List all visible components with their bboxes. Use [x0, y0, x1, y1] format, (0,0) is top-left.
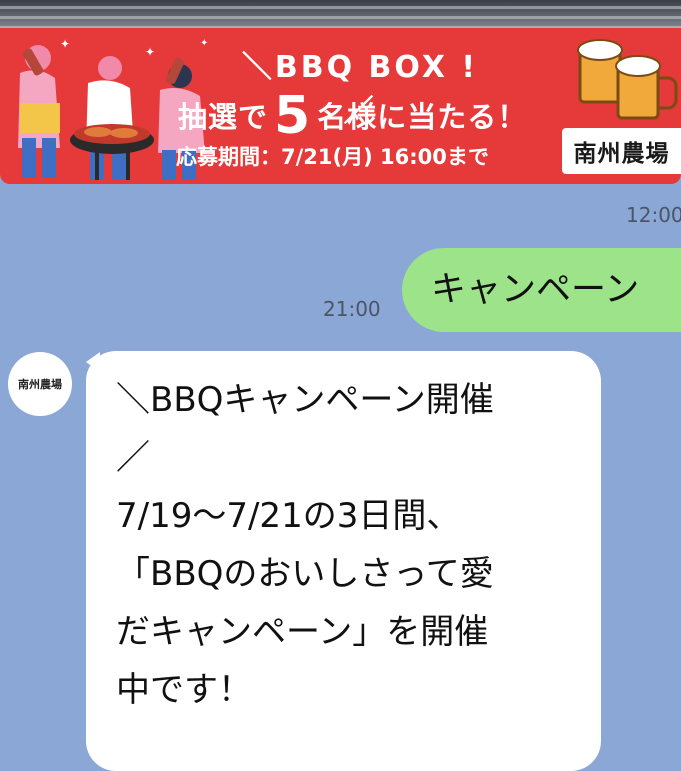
svg-text:✦: ✦ — [145, 45, 155, 59]
sender-avatar[interactable]: 南州農場 — [8, 352, 72, 416]
campaign-banner[interactable]: ✦ ✦ ✦ ＼BBQ BOX !／ 抽選で 5 名様に当たる！ 応募期間：7/21(… — [0, 28, 681, 184]
lottery-suffix: 名様に当たる！ — [317, 100, 528, 134]
message-timestamp: 12:00 — [626, 203, 681, 227]
outgoing-message-bubble[interactable]: キャンペーン — [402, 248, 681, 332]
outgoing-message-time: 21:00 — [323, 297, 381, 321]
lottery-prefix: 抽選で — [178, 100, 269, 134]
banner-deadline: 応募期間：7/21(月) 16:00まで — [176, 145, 489, 169]
avatar-label: 南州農場 — [18, 378, 62, 391]
brand-logo: 南州農場 — [562, 128, 681, 174]
lottery-count: 5 — [274, 86, 312, 146]
incoming-message-text: ＼BBQキャンペーン開催 ／ 7/19〜7/21の3日間、 「BBQのおいしさっ… — [116, 380, 494, 710]
svg-text:✦: ✦ — [60, 37, 70, 51]
brand-logo-text: 南州農場 — [573, 140, 670, 167]
svg-text:✦: ✦ — [200, 38, 208, 49]
banner-lottery-text: 抽選で 5 名様に当たる！ — [178, 86, 527, 146]
beer-mug-icon — [577, 39, 678, 120]
